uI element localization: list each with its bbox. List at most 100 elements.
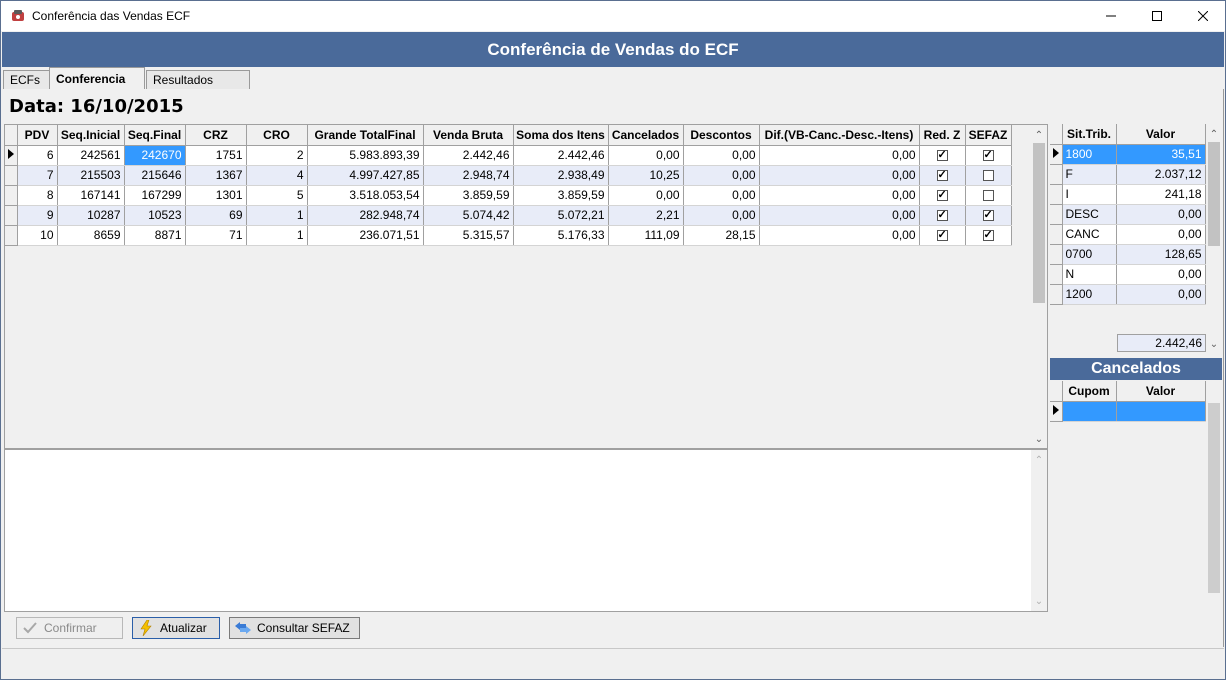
cell-dif[interactable]: 0,00 xyxy=(759,145,920,166)
confirm-button[interactable]: Confirmar xyxy=(16,617,123,639)
log-memo[interactable]: ⌃ ⌄ xyxy=(4,449,1048,612)
table-row[interactable]: 10 8659 8871 71 1 236.071,51 5.315,57 5.176,33 1… xyxy=(5,225,1012,246)
cell-canc[interactable]: 0,00 xyxy=(608,185,684,206)
trib-scroll-down-icon[interactable]: ⌄ xyxy=(1206,336,1222,352)
trib-grid[interactable]: Sit.Trib. Valor 1800 35,51 F 2.037,12 I 241,1… xyxy=(1050,124,1222,352)
sefaz-checkbox[interactable] xyxy=(982,190,994,202)
redz-checkbox[interactable] xyxy=(936,188,948,202)
cell-dif[interactable]: 0,00 xyxy=(759,205,920,226)
col-pdv[interactable]: PDV xyxy=(17,125,58,146)
trib-valor-cell[interactable]: 241,18 xyxy=(1116,184,1206,205)
cell-seq_ini[interactable]: 215503 xyxy=(57,165,125,186)
trib-row[interactable]: I 241,18 xyxy=(1050,184,1206,205)
cell-gt[interactable]: 236.071,51 xyxy=(307,225,424,246)
col-descontos[interactable]: Descontos xyxy=(683,125,760,146)
cell-seq_fim[interactable]: 215646 xyxy=(124,165,186,186)
sefaz-checkbox[interactable] xyxy=(982,148,994,162)
canc-scroll-thumb[interactable] xyxy=(1208,403,1220,593)
cell-cro[interactable]: 2 xyxy=(246,145,308,166)
table-row[interactable]: 6 242561 242670 1751 2 5.983.893,39 2.442,46 2.… xyxy=(5,145,1012,166)
cell-vb[interactable]: 2.948,74 xyxy=(423,165,514,186)
col-diferenca[interactable]: Dif.(VB-Canc.-Desc.-Itens) xyxy=(759,125,920,146)
cell-gt[interactable]: 5.983.893,39 xyxy=(307,145,424,166)
redz-checkbox[interactable] xyxy=(936,228,948,242)
col-seq-inicial[interactable]: Seq.Inicial xyxy=(57,125,125,146)
cell-seq_ini[interactable]: 8659 xyxy=(57,225,125,246)
trib-valor-cell[interactable]: 35,51 xyxy=(1116,144,1206,165)
cell-gt[interactable]: 3.518.053,54 xyxy=(307,185,424,206)
cell-crz[interactable]: 1751 xyxy=(185,145,247,166)
close-button[interactable] xyxy=(1180,1,1226,31)
cell-seq_ini[interactable]: 242561 xyxy=(57,145,125,166)
trib-row[interactable]: 0700 128,65 xyxy=(1050,244,1206,265)
cell-seq_fim[interactable]: 8871 xyxy=(124,225,186,246)
sit-trib-cell[interactable]: N xyxy=(1062,264,1117,285)
cell-soma[interactable]: 2.442,46 xyxy=(513,145,609,166)
table-row[interactable]: 9 10287 10523 69 1 282.948,74 5.074,42 5.072,21… xyxy=(5,205,1012,226)
cell-seq_fim[interactable]: 242670 xyxy=(124,145,186,166)
sit-trib-cell[interactable]: F xyxy=(1062,164,1117,185)
col-sefaz[interactable]: SEFAZ xyxy=(965,125,1012,146)
cell-vb[interactable]: 5.074,42 xyxy=(423,205,514,226)
cell-seq_fim[interactable]: 167299 xyxy=(124,185,186,206)
sit-trib-cell[interactable]: CANC xyxy=(1062,224,1117,245)
cell-pdv[interactable]: 9 xyxy=(17,205,58,226)
memo-scroll-up-icon[interactable]: ⌃ xyxy=(1031,452,1047,468)
cell-seq_ini[interactable]: 10287 xyxy=(57,205,125,226)
cancelados-grid[interactable]: Cupom Valor xyxy=(1050,381,1222,612)
cell-vb[interactable]: 2.442,46 xyxy=(423,145,514,166)
cell-soma[interactable]: 5.072,21 xyxy=(513,205,609,226)
consult-sefaz-button[interactable]: Consultar SEFAZ xyxy=(229,617,360,639)
col-sit-trib[interactable]: Sit.Trib. xyxy=(1062,124,1117,145)
scroll-up-arrow-icon[interactable]: ⌃ xyxy=(1031,127,1047,143)
update-button[interactable]: Atualizar xyxy=(132,617,220,639)
cell-dif[interactable]: 0,00 xyxy=(759,225,920,246)
sit-trib-cell[interactable]: 1800 xyxy=(1062,144,1117,165)
sefaz-checkbox[interactable] xyxy=(982,208,994,222)
cell-seq_fim[interactable]: 10523 xyxy=(124,205,186,226)
redz-checkbox[interactable] xyxy=(936,208,948,222)
col-seq-final[interactable]: Seq.Final xyxy=(124,125,186,146)
memo-scroll-down-icon[interactable]: ⌄ xyxy=(1031,593,1047,609)
tab-resultados[interactable]: Resultados xyxy=(146,70,250,89)
col-soma-itens[interactable]: Soma dos Itens xyxy=(513,125,609,146)
col-cupom[interactable]: Cupom xyxy=(1062,381,1117,402)
cell-cro[interactable]: 4 xyxy=(246,165,308,186)
trib-row[interactable]: 1800 35,51 xyxy=(1050,144,1206,165)
trib-valor-cell[interactable]: 0,00 xyxy=(1116,264,1206,285)
col-red-z[interactable]: Red. Z xyxy=(919,125,966,146)
cell-desc[interactable]: 0,00 xyxy=(683,185,760,206)
trib-scroll-up-icon[interactable]: ⌃ xyxy=(1206,126,1222,142)
trib-row[interactable]: DESC 0,00 xyxy=(1050,204,1206,225)
sit-trib-cell[interactable]: I xyxy=(1062,184,1117,205)
cell-seq_ini[interactable]: 167141 xyxy=(57,185,125,206)
trib-valor-cell[interactable]: 2.037,12 xyxy=(1116,164,1206,185)
cell-pdv[interactable]: 10 xyxy=(17,225,58,246)
trib-row[interactable]: N 0,00 xyxy=(1050,264,1206,285)
sefaz-checkbox[interactable] xyxy=(982,228,994,242)
cancelados-row[interactable] xyxy=(1050,401,1206,422)
cell-canc[interactable]: 10,25 xyxy=(608,165,684,186)
trib-row[interactable]: 1200 0,00 xyxy=(1050,284,1206,305)
cell-soma[interactable]: 2.938,49 xyxy=(513,165,609,186)
tab-conferencia[interactable]: Conferencia xyxy=(49,67,145,89)
table-row[interactable]: 8 167141 167299 1301 5 3.518.053,54 3.859,59 3.… xyxy=(5,185,1012,206)
cell-canc[interactable]: 0,00 xyxy=(608,145,684,166)
cell-desc[interactable]: 0,00 xyxy=(683,165,760,186)
col-cancelados[interactable]: Cancelados xyxy=(608,125,684,146)
cell-gt[interactable]: 282.948,74 xyxy=(307,205,424,226)
tab-ecfs[interactable]: ECFs xyxy=(3,70,51,89)
grid-scrollbar[interactable]: ⌃ ⌄ xyxy=(1031,125,1047,448)
cell-desc[interactable]: 0,00 xyxy=(683,145,760,166)
canc-scrollbar[interactable] xyxy=(1206,381,1222,612)
cell-crz[interactable]: 71 xyxy=(185,225,247,246)
cell-desc[interactable]: 0,00 xyxy=(683,205,760,226)
trib-row[interactable]: CANC 0,00 xyxy=(1050,224,1206,245)
cell-pdv[interactable]: 7 xyxy=(17,165,58,186)
trib-row[interactable]: F 2.037,12 xyxy=(1050,164,1206,185)
cell-pdv[interactable]: 6 xyxy=(17,145,58,166)
trib-valor-cell[interactable]: 128,65 xyxy=(1116,244,1206,265)
trib-scrollbar[interactable]: ⌃ ⌄ xyxy=(1206,124,1222,352)
cell-pdv[interactable]: 8 xyxy=(17,185,58,206)
cell-dif[interactable]: 0,00 xyxy=(759,165,920,186)
